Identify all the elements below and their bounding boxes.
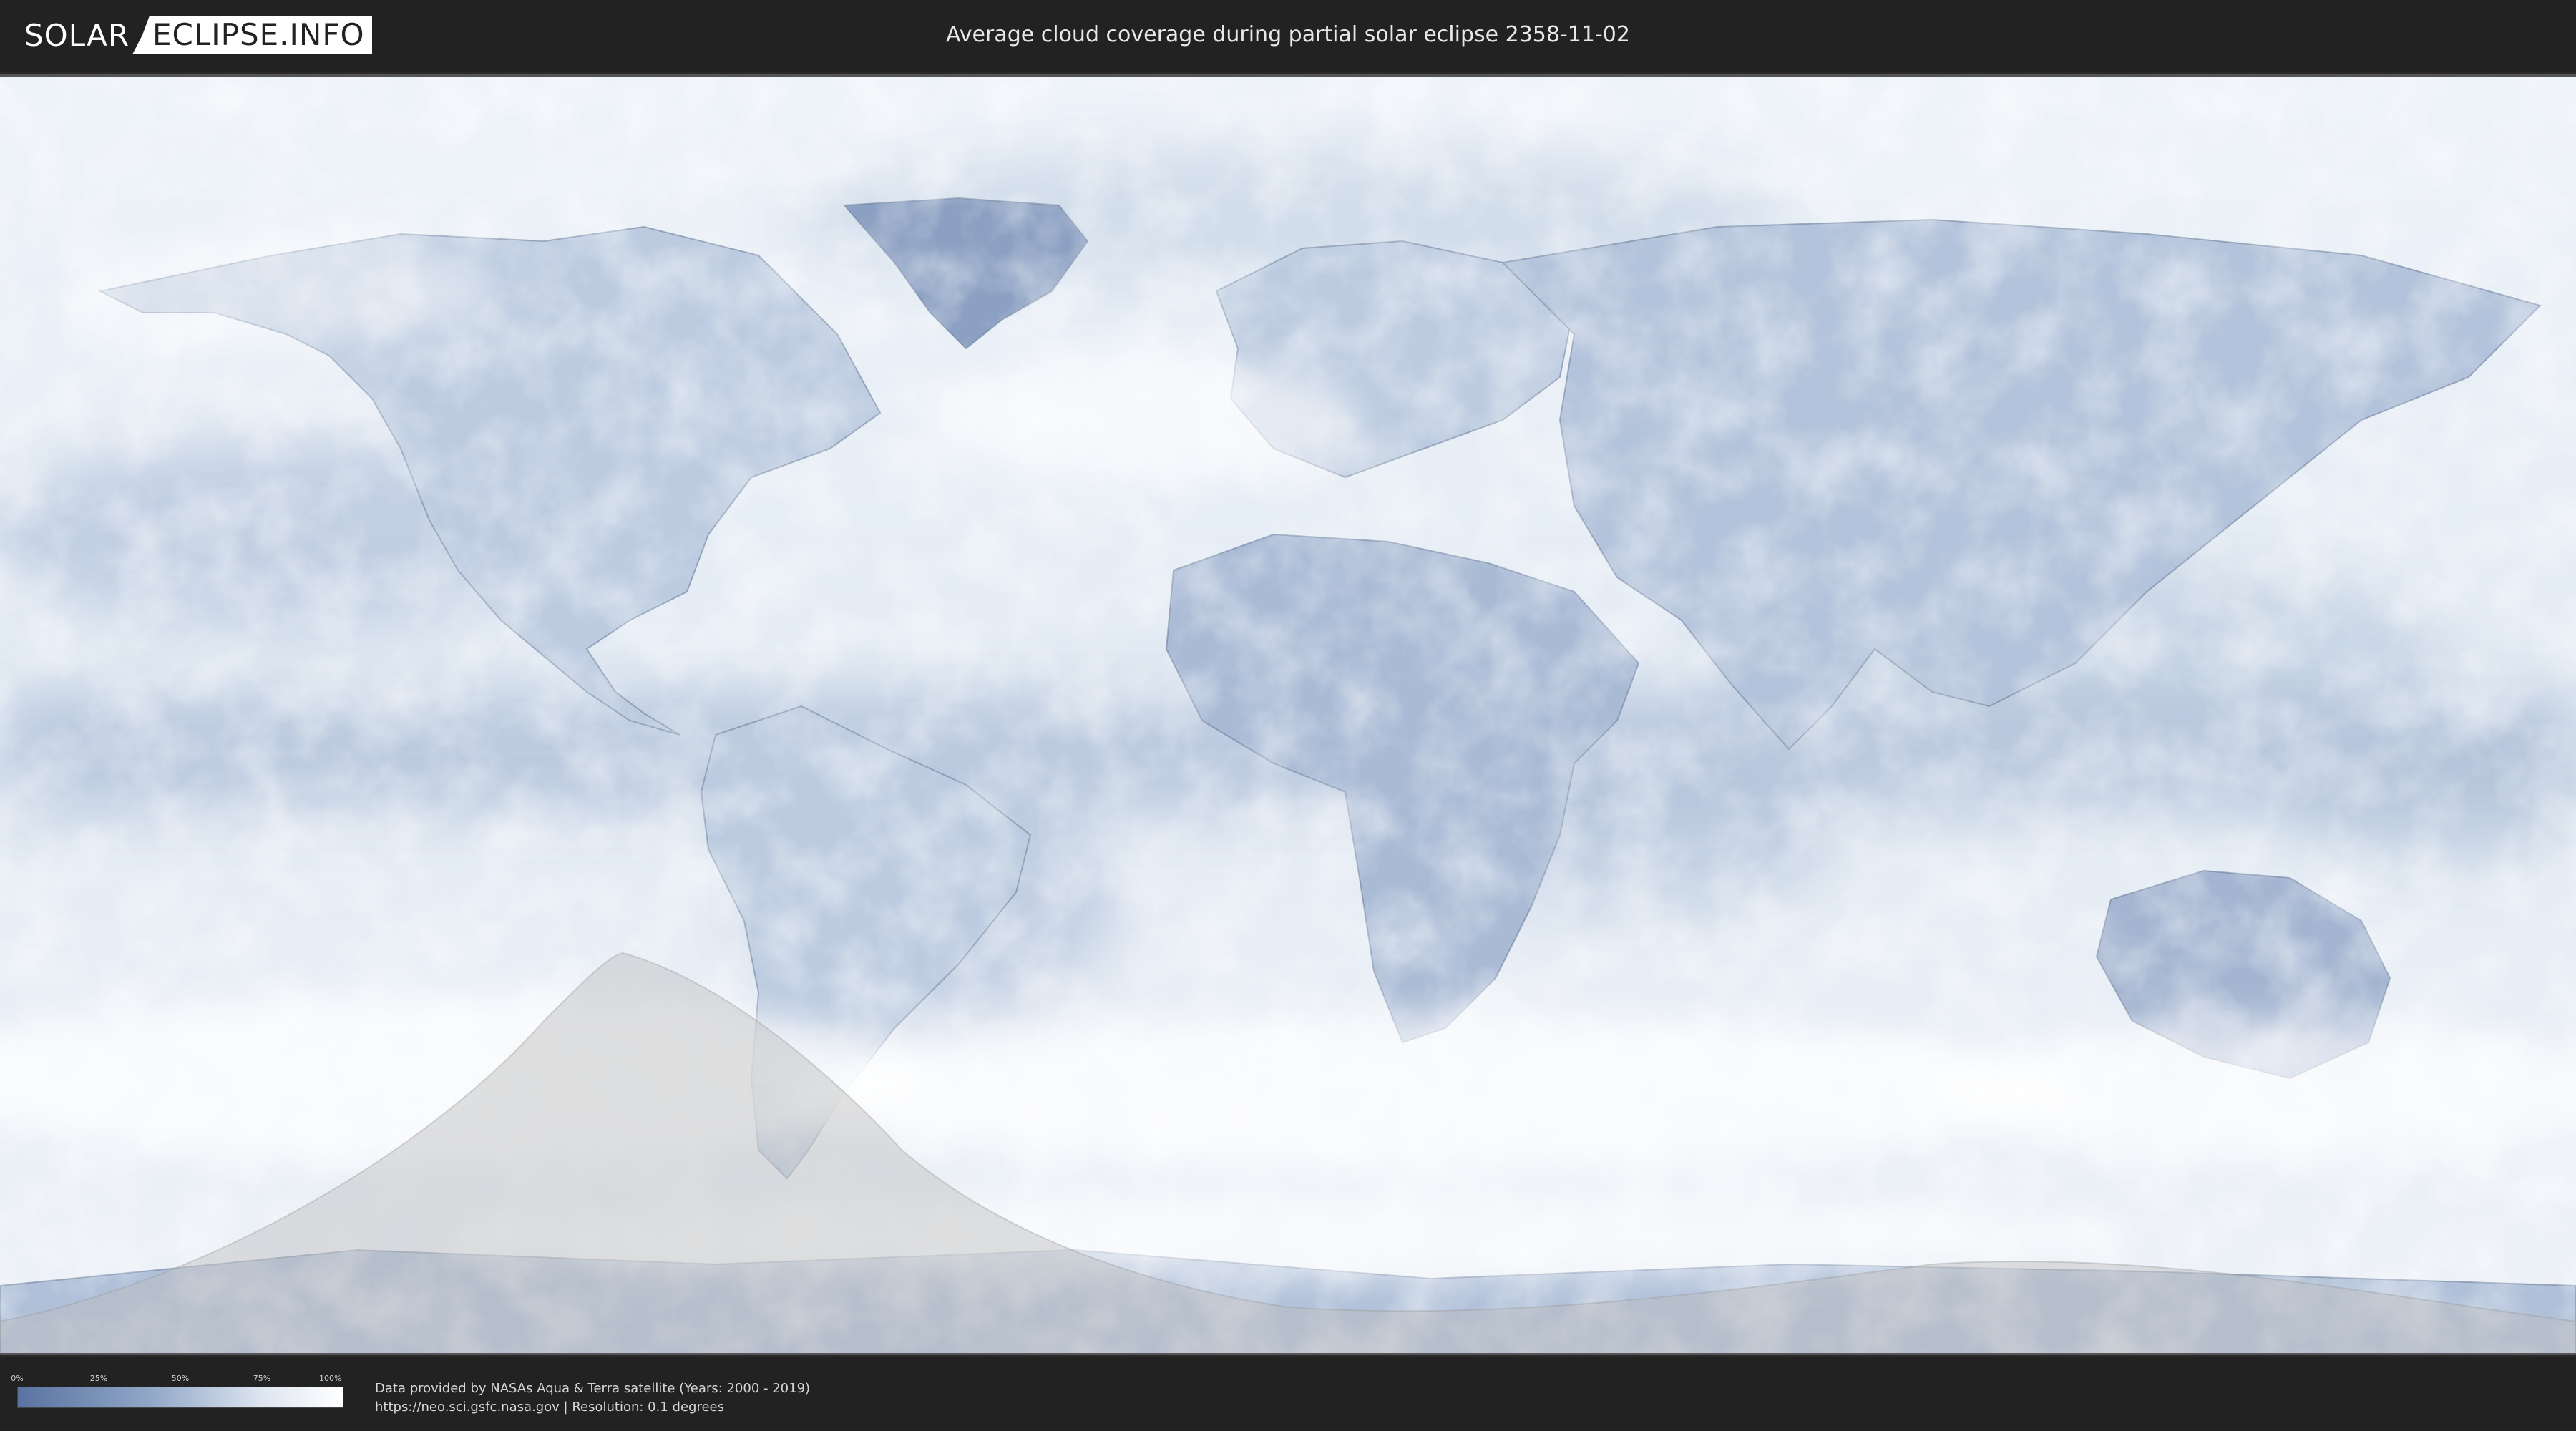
logo-divider-icon [132, 16, 150, 54]
credit-line-url[interactable]: https://neo.sci.gsfc.nasa.gov | Resoluti… [375, 1398, 810, 1417]
page-title: Average cloud coverage during partial so… [946, 22, 1630, 47]
legend-tick-50: 50% [171, 1374, 190, 1383]
logo-solar-text: SOLAR [24, 17, 130, 53]
world-map [0, 77, 2576, 1353]
legend-tick-25: 25% [89, 1374, 108, 1383]
cloud-coverage-legend: 0% 25% 50% 75% 100% [11, 1374, 343, 1408]
legend-gradient-bar [17, 1387, 343, 1408]
data-credits: Data provided by NASAs Aqua & Terra sate… [375, 1379, 810, 1417]
logo-eclipse-text: ECLIPSE.INFO [150, 16, 372, 54]
legend-tick-0: 0% [11, 1374, 24, 1383]
site-logo[interactable]: SOLAR ECLIPSE.INFO [24, 16, 372, 54]
legend-tick-75: 75% [253, 1374, 271, 1383]
legend-tick-100: 100% [319, 1374, 342, 1383]
cloud-coverage-map[interactable] [0, 74, 2576, 1355]
credit-line-source: Data provided by NASAs Aqua & Terra sate… [375, 1381, 811, 1396]
